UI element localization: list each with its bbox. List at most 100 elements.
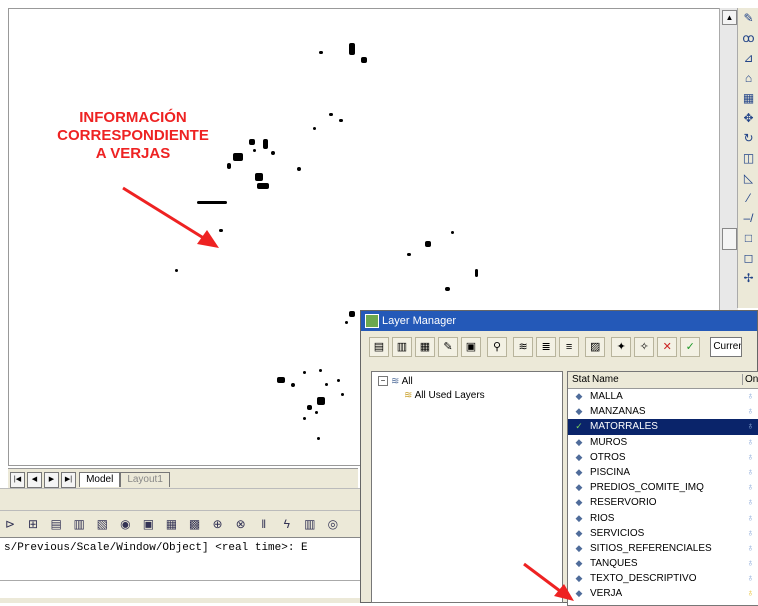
save-state-icon[interactable]: ▦ <box>415 337 435 357</box>
drawing-entity[interactable] <box>315 411 318 414</box>
layer-on-bulb-icon[interactable]: ♁ <box>747 541 755 556</box>
drawing-entity[interactable] <box>175 269 178 272</box>
layer-on-bulb-icon[interactable]: ♁ <box>747 419 755 434</box>
layer-on-bulb-icon[interactable]: ♁ <box>747 495 755 510</box>
layer-on-bulb-icon[interactable]: ♁ <box>747 480 755 495</box>
drawing-entity[interactable] <box>325 383 328 386</box>
layers-stack-icon[interactable]: ≋ <box>513 337 534 357</box>
drawing-entity[interactable] <box>329 113 333 116</box>
prev-tab-icon[interactable]: ◀ <box>27 472 42 488</box>
array-icon[interactable]: ▦ <box>738 88 758 108</box>
drawing-entity[interactable] <box>445 287 450 291</box>
layer-states-icon[interactable]: ▨ <box>585 337 606 357</box>
new-vp-layer-icon[interactable]: ✧ <box>634 337 655 357</box>
layer-row[interactable]: ◆ RESERVORIO ♁ <box>568 495 758 510</box>
markup-icon[interactable]: ▦ <box>162 515 180 533</box>
layer-row[interactable]: ◆ OTROS ♁ <box>568 450 758 465</box>
layer-status-icon[interactable]: ◆ <box>572 541 586 556</box>
layer-status-icon[interactable]: ◆ <box>572 495 586 510</box>
layer-status-icon[interactable]: ◆ <box>572 480 586 495</box>
mirror-icon[interactable]: ⊿ <box>738 48 758 68</box>
drawing-entity[interactable] <box>303 371 306 374</box>
layer-row[interactable]: ◆ TEXTO_DESCRIPTIVO ♁ <box>568 571 758 586</box>
chamfer-icon[interactable]: ◻ <box>738 248 758 268</box>
globe-icon[interactable]: ⊕ <box>209 515 227 533</box>
layer-on-bulb-icon[interactable]: ♁ <box>747 435 755 450</box>
drawing-entity[interactable] <box>349 43 355 55</box>
layer-on-bulb-icon[interactable]: ♁ <box>747 571 755 586</box>
layers-filter-icon[interactable]: ≡ <box>559 337 580 357</box>
drawing-entity[interactable] <box>277 377 285 383</box>
drawing-entity[interactable] <box>249 139 255 145</box>
tree-node-all-used[interactable]: ≋ All Used Layers <box>404 390 485 401</box>
current-layer-check-icon[interactable]: ✓ <box>572 419 586 434</box>
layer-row[interactable]: ◆ MANZANAS ♁ <box>568 404 758 419</box>
drawing-entity[interactable] <box>317 397 325 405</box>
drawing-entity[interactable] <box>263 139 268 149</box>
move-icon[interactable]: ✥ <box>738 108 758 128</box>
offset-icon[interactable]: ⌂ <box>738 68 758 88</box>
layer-on-bulb-icon[interactable]: ♁ <box>747 526 755 541</box>
drawing-entity[interactable] <box>345 321 348 324</box>
drawing-entity[interactable] <box>255 173 263 181</box>
layer-on-bulb-icon[interactable]: ♁ <box>747 404 755 419</box>
open-state-icon[interactable]: ▥ <box>392 337 412 357</box>
layers-group-icon[interactable]: ≣ <box>536 337 557 357</box>
pan-icon[interactable]: ⊳ <box>1 515 19 533</box>
stretch-icon[interactable]: ◺ <box>738 168 758 188</box>
tool-palette-icon[interactable]: ▧ <box>93 515 111 533</box>
rotate-icon[interactable]: ↻ <box>738 128 758 148</box>
drawing-entity[interactable] <box>227 163 231 169</box>
drawing-entity[interactable] <box>475 269 478 277</box>
lightning-icon[interactable]: ϟ <box>278 515 296 533</box>
layer-status-icon[interactable]: ◆ <box>572 389 586 404</box>
break-icon[interactable]: □ <box>738 228 758 248</box>
drawing-entity[interactable] <box>339 119 343 122</box>
drawing-entity[interactable] <box>451 231 454 234</box>
layer-row[interactable]: ◆ VERJA ♁ <box>568 586 758 601</box>
trim-icon[interactable]: ⁄ <box>738 188 758 208</box>
scale-icon[interactable]: ◫ <box>738 148 758 168</box>
layer-status-icon[interactable]: ◆ <box>572 435 586 450</box>
scroll-thumb[interactable] <box>722 228 737 250</box>
zoom-window-icon[interactable]: ⊞ <box>24 515 42 533</box>
layer-row[interactable]: ◆ SITIOS_REFERENCIALES ♁ <box>568 541 758 556</box>
layer-status-icon[interactable]: ◆ <box>572 404 586 419</box>
quick-calc-icon[interactable]: ▩ <box>186 515 204 533</box>
drawing-entity[interactable] <box>319 369 322 372</box>
drawing-entity[interactable] <box>319 51 323 54</box>
target-icon[interactable]: ◎ <box>324 515 342 533</box>
column-on[interactable]: On <box>742 374 758 385</box>
layer-row[interactable]: ◆ SERVICIOS ♁ <box>568 526 758 541</box>
design-center-icon[interactable]: ▥ <box>70 515 88 533</box>
search-layers-icon[interactable]: ⚲ <box>487 337 508 357</box>
layer-row[interactable]: ◆ PREDIOS_COMITE_IMQ ♁ <box>568 480 758 495</box>
scroll-up-icon[interactable]: ▲ <box>722 10 737 25</box>
edit-state-icon[interactable]: ✎ <box>438 337 458 357</box>
layer-row[interactable]: ✓ MATORRALES ♁ <box>568 419 758 435</box>
tab-model[interactable]: Model <box>79 472 121 487</box>
drawing-entity[interactable] <box>297 167 301 171</box>
tab-layout1[interactable]: Layout1 <box>120 472 170 487</box>
drawing-entity[interactable] <box>337 379 340 382</box>
layer-on-bulb-icon[interactable]: ♁ <box>747 450 755 465</box>
layer-row[interactable]: ◆ MUROS ♁ <box>568 435 758 450</box>
last-tab-icon[interactable]: ▶| <box>61 472 76 488</box>
drawing-entity[interactable] <box>349 311 355 317</box>
drawing-entity[interactable] <box>407 253 411 256</box>
first-tab-icon[interactable]: |◀ <box>10 472 25 488</box>
layer-on-bulb-icon[interactable]: ♁ <box>747 465 755 480</box>
properties-icon[interactable]: ▤ <box>47 515 65 533</box>
map-icon[interactable]: ⊗ <box>232 515 250 533</box>
extend-icon[interactable]: –/ <box>738 208 758 228</box>
layer-on-bulb-icon[interactable]: ♁ <box>747 586 755 601</box>
drawing-entity[interactable] <box>307 405 312 410</box>
column-status[interactable]: Stat <box>572 374 590 385</box>
drawing-entity[interactable] <box>317 437 320 440</box>
layer-row[interactable]: ◆ MALLA ♁ <box>568 389 758 404</box>
layer-status-icon[interactable]: ◆ <box>572 526 586 541</box>
layer-manager-titlebar[interactable]: Layer Manager <box>361 311 757 331</box>
layer-on-bulb-icon[interactable]: ♁ <box>747 389 755 404</box>
next-tab-icon[interactable]: ▶ <box>44 472 59 488</box>
layer-row[interactable]: ◆ PISCINA ♁ <box>568 465 758 480</box>
